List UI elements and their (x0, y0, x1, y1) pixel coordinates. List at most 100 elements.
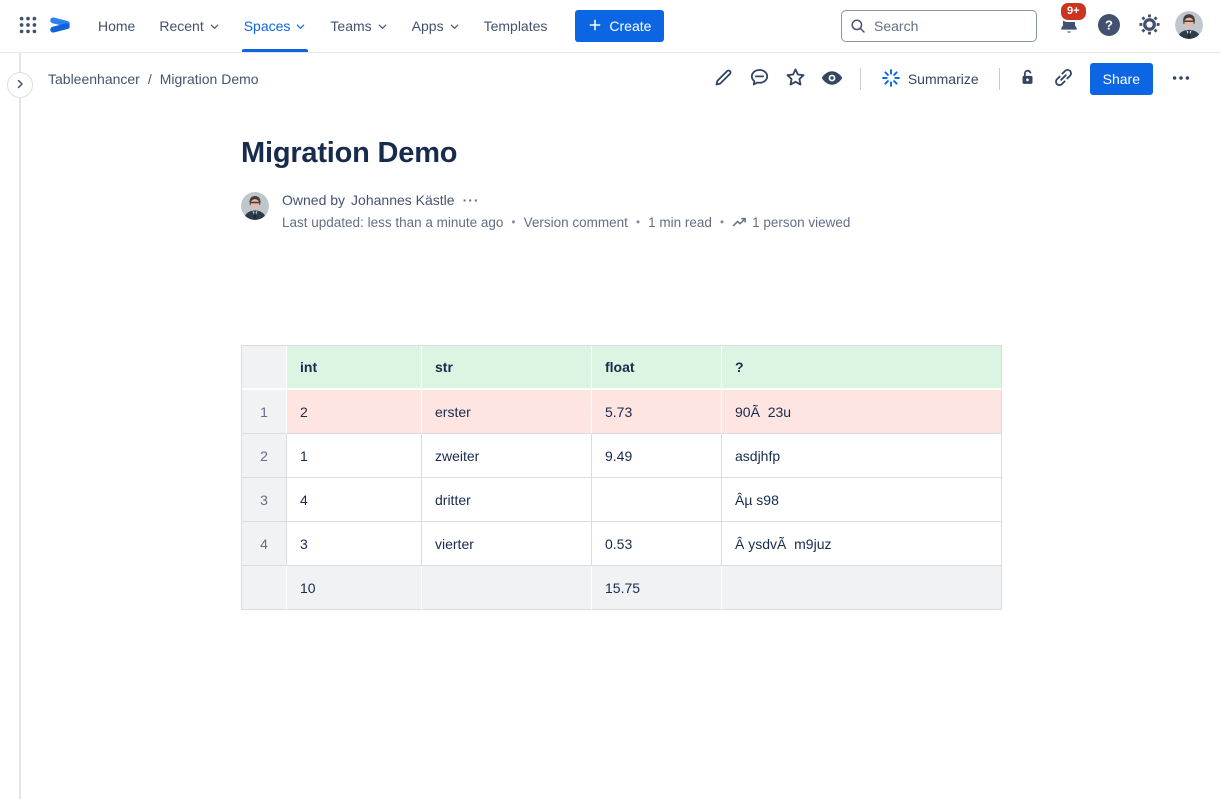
table-cell: dritter (422, 478, 592, 522)
byline-more-button[interactable]: ··· (461, 192, 482, 208)
chevron-right-icon (14, 78, 26, 93)
edit-button[interactable] (708, 63, 740, 95)
row-number: 4 (242, 522, 287, 566)
chevron-down-icon (209, 21, 220, 32)
create-button-label: Create (609, 18, 651, 34)
column-header-question: ? (722, 346, 1002, 390)
table-cell: 0.53 (592, 522, 722, 566)
table-row: 4 3 vierter 0.53 Â ysdvÃ m9juz (242, 522, 1002, 566)
page-actions: Summarize Share (708, 63, 1197, 95)
table-cell: asdjhfp (722, 434, 1002, 478)
nav-item-label: Teams (330, 18, 371, 34)
table-cell (422, 566, 592, 610)
nav-item-label: Spaces (244, 18, 291, 34)
comment-button[interactable] (744, 63, 776, 95)
read-time-text: 1 min read (648, 215, 712, 230)
viewed-count-text: 1 person viewed (752, 215, 850, 230)
divider (860, 68, 861, 90)
summarize-button[interactable]: Summarize (873, 63, 987, 95)
table-header-row: int str float ? (242, 346, 1002, 390)
eye-icon (820, 66, 844, 93)
dot-separator: • (636, 215, 640, 229)
owner-name-link[interactable]: Johannes Kästle (351, 192, 455, 208)
search-input[interactable] (841, 10, 1037, 42)
pencil-icon (712, 66, 735, 92)
breadcrumb-space[interactable]: Tableenhancer (48, 71, 140, 87)
nav-item-templates[interactable]: Templates (472, 0, 560, 52)
primary-nav: Home Recent Spaces Teams (86, 0, 559, 52)
column-header-int: int (287, 346, 422, 390)
nav-item-recent[interactable]: Recent (147, 0, 231, 52)
table-cell: 4 (287, 478, 422, 522)
table-cell: 2 (287, 390, 422, 434)
data-table: int str float ? 1 2 erster 5.73 90Ã 23u … (241, 345, 1002, 610)
create-button[interactable]: Create (575, 10, 664, 42)
table-corner-cell (242, 346, 287, 390)
row-number: 3 (242, 478, 287, 522)
table-cell: 9.49 (592, 434, 722, 478)
user-avatar[interactable] (1173, 10, 1205, 42)
table-cell: 5.73 (592, 390, 722, 434)
table-cell (592, 478, 722, 522)
breadcrumb-separator: / (148, 71, 152, 87)
column-header-str: str (422, 346, 592, 390)
grid-icon (17, 14, 39, 39)
confluence-logo[interactable] (44, 10, 76, 42)
chevron-down-icon (449, 21, 460, 32)
settings-button[interactable] (1133, 10, 1165, 42)
chevron-down-icon (377, 21, 388, 32)
ai-sparkle-icon (881, 68, 901, 91)
chevron-down-icon (295, 21, 306, 32)
notifications-button[interactable]: 9+ (1053, 10, 1085, 42)
nav-item-label: Home (98, 18, 135, 34)
table-row: 1 2 erster 5.73 90Ã 23u (242, 390, 1002, 434)
table-cell: Âµ s98 (722, 478, 1002, 522)
restrictions-button[interactable] (1012, 63, 1044, 95)
table-cell: 1 (287, 434, 422, 478)
favorite-star-button[interactable] (780, 63, 812, 95)
table-summary-row: 10 15.75 (242, 566, 1002, 610)
table-cell (722, 566, 1002, 610)
row-number: 2 (242, 434, 287, 478)
more-actions-button[interactable] (1165, 63, 1197, 95)
owner-avatar[interactable] (241, 192, 269, 231)
byline: Owned by Johannes Kästle ··· Last update… (241, 192, 1001, 231)
help-icon: ? (1097, 13, 1121, 40)
dot-separator: • (720, 215, 724, 229)
summarize-label: Summarize (908, 71, 979, 87)
analytics-chart-icon (732, 213, 747, 231)
table-cell: erster (422, 390, 592, 434)
sidebar-expand-button[interactable] (7, 72, 33, 98)
table-cell: 3 (287, 522, 422, 566)
nav-item-home[interactable]: Home (86, 0, 147, 52)
owned-by-label: Owned by (282, 192, 345, 208)
row-number (242, 566, 287, 610)
dot-separator: • (511, 215, 515, 229)
nav-item-teams[interactable]: Teams (318, 0, 399, 52)
ellipsis-icon (1170, 67, 1192, 92)
help-button[interactable]: ? (1093, 10, 1125, 42)
nav-item-apps[interactable]: Apps (400, 0, 472, 52)
breadcrumb: Tableenhancer / Migration Demo (48, 71, 708, 87)
unlock-icon (1016, 66, 1039, 92)
nav-item-label: Templates (484, 18, 548, 34)
sidebar-divider (19, 53, 21, 799)
top-navigation: Home Recent Spaces Teams (0, 0, 1221, 53)
table-cell: Â ysdvÃ m9juz (722, 522, 1002, 566)
avatar-photo-icon (1174, 10, 1204, 43)
app-switcher-button[interactable] (12, 10, 44, 42)
row-number: 1 (242, 390, 287, 434)
breadcrumb-page[interactable]: Migration Demo (160, 71, 259, 87)
notification-badge: 9+ (1059, 1, 1088, 22)
link-icon (1052, 66, 1075, 92)
table-row: 2 1 zweiter 9.49 asdjhfp (242, 434, 1002, 478)
star-icon (784, 66, 807, 92)
share-button[interactable]: Share (1090, 63, 1153, 95)
copy-link-button[interactable] (1048, 63, 1080, 95)
version-comment-text: Version comment (524, 215, 628, 230)
analytics-viewed[interactable]: 1 person viewed (732, 213, 850, 231)
watch-eye-button[interactable] (816, 63, 848, 95)
table-cell: 15.75 (592, 566, 722, 610)
page-content: Migration Demo (21, 137, 1221, 610)
nav-item-spaces[interactable]: Spaces (232, 0, 319, 52)
